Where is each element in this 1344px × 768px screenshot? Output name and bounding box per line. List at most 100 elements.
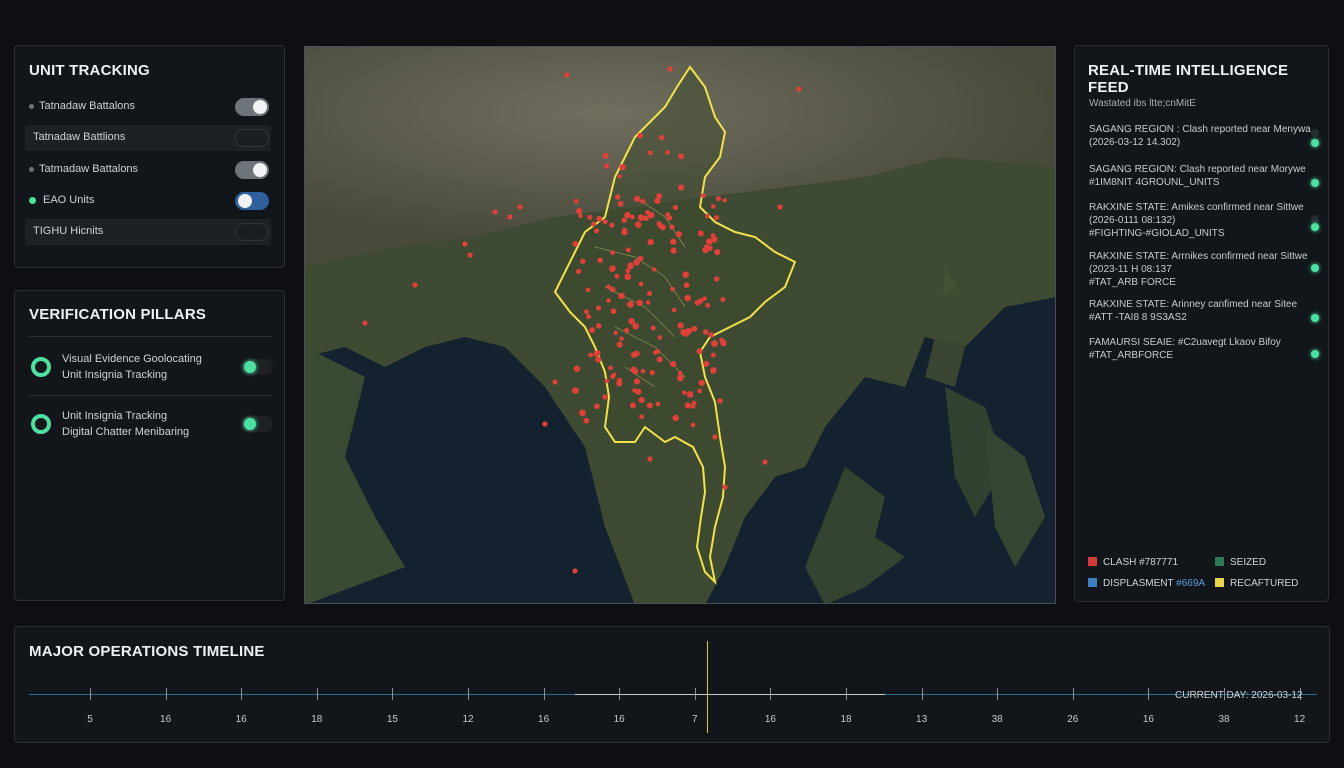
incident-marker[interactable] <box>616 380 623 387</box>
incident-marker[interactable] <box>617 200 624 207</box>
incident-marker[interactable] <box>610 308 617 315</box>
incident-marker[interactable] <box>711 236 718 243</box>
unit-row-1[interactable]: Tatnadaw Battalons <box>25 94 271 120</box>
incident-marker[interactable] <box>492 209 498 215</box>
incident-marker[interactable] <box>698 379 705 387</box>
incident-marker[interactable] <box>623 327 630 334</box>
incident-marker[interactable] <box>583 417 590 424</box>
incident-marker[interactable] <box>552 379 558 385</box>
incident-marker[interactable] <box>585 287 591 293</box>
incident-marker[interactable] <box>564 72 570 78</box>
incident-marker[interactable] <box>762 459 768 465</box>
unit-toggle[interactable] <box>235 192 269 210</box>
incident-marker[interactable] <box>627 262 634 270</box>
incident-marker[interactable] <box>609 265 616 273</box>
incident-marker[interactable] <box>608 365 613 371</box>
incident-marker[interactable] <box>683 332 689 337</box>
incident-marker[interactable] <box>645 300 651 305</box>
incident-marker[interactable] <box>670 238 677 245</box>
unit-row-5[interactable]: TIGHU Hicnits <box>25 219 271 245</box>
incident-marker[interactable] <box>697 388 702 394</box>
incident-marker[interactable] <box>719 337 725 343</box>
incident-marker[interactable] <box>619 163 626 171</box>
incident-marker[interactable] <box>672 204 678 211</box>
incident-marker[interactable] <box>646 402 653 409</box>
incident-marker[interactable] <box>604 378 610 384</box>
incident-marker[interactable] <box>584 309 589 315</box>
incident-marker[interactable] <box>576 207 583 214</box>
feed-item[interactable]: SAGANG REGION : Clash reported near Meny… <box>1089 123 1319 149</box>
incident-marker[interactable] <box>658 134 665 141</box>
unit-toggle[interactable] <box>235 161 269 179</box>
incident-marker[interactable] <box>696 348 703 355</box>
feed-item[interactable]: RAKXINE STATE: Arinney canfimed near Sit… <box>1089 298 1319 324</box>
incident-marker[interactable] <box>703 244 709 250</box>
incident-marker[interactable] <box>682 271 690 279</box>
incident-marker[interactable] <box>630 351 638 358</box>
incident-marker[interactable] <box>609 222 615 228</box>
incident-marker[interactable] <box>604 163 610 169</box>
feed-item[interactable]: SAGANG REGION: Clash reported near Moryw… <box>1089 163 1319 189</box>
satellite-map[interactable] <box>305 47 1056 604</box>
incident-marker[interactable] <box>715 195 722 202</box>
incident-marker[interactable] <box>643 215 649 222</box>
incident-marker[interactable] <box>705 302 711 308</box>
incident-marker[interactable] <box>652 350 658 355</box>
incident-marker[interactable] <box>462 241 468 247</box>
incident-marker[interactable] <box>636 299 643 307</box>
incident-marker[interactable] <box>670 247 677 254</box>
incident-marker[interactable] <box>542 421 548 427</box>
incident-marker[interactable] <box>627 301 634 308</box>
incident-marker[interactable] <box>647 291 652 296</box>
incident-marker[interactable] <box>637 255 644 262</box>
incident-marker[interactable] <box>677 370 683 376</box>
incident-marker[interactable] <box>690 422 696 428</box>
incident-marker[interactable] <box>637 132 643 139</box>
unit-toggle[interactable] <box>235 129 269 147</box>
incident-marker[interactable] <box>702 296 707 301</box>
incident-marker[interactable] <box>639 414 645 420</box>
incident-marker[interactable] <box>591 221 596 227</box>
incident-marker[interactable] <box>594 403 600 410</box>
incident-marker[interactable] <box>621 217 627 224</box>
incident-marker[interactable] <box>579 409 586 417</box>
incident-marker[interactable] <box>596 215 603 222</box>
incident-marker[interactable] <box>694 299 701 306</box>
incident-marker[interactable] <box>677 322 684 329</box>
pillar-item-1[interactable]: Visual Evidence Goolocating Unit Insigni… <box>29 349 273 389</box>
incident-marker[interactable] <box>572 568 578 574</box>
incident-marker[interactable] <box>714 249 721 256</box>
incident-marker[interactable] <box>617 174 623 179</box>
incident-marker[interactable] <box>625 247 631 253</box>
incident-marker[interactable] <box>647 456 653 462</box>
incident-marker[interactable] <box>675 231 682 238</box>
incident-marker[interactable] <box>650 325 656 331</box>
incident-marker[interactable] <box>618 292 625 300</box>
incident-marker[interactable] <box>684 402 691 409</box>
incident-marker[interactable] <box>638 281 644 287</box>
unit-row-4[interactable]: EAO Units <box>25 188 271 214</box>
incident-marker[interactable] <box>667 66 673 72</box>
incident-marker[interactable] <box>633 378 641 385</box>
incident-marker[interactable] <box>616 341 623 348</box>
incident-marker[interactable] <box>649 369 655 376</box>
incident-marker[interactable] <box>572 387 579 394</box>
incident-marker[interactable] <box>597 257 603 264</box>
feed-item[interactable]: RAKXINE STATE: Amikes confirmed near Sit… <box>1089 201 1319 240</box>
incident-marker[interactable] <box>682 390 687 395</box>
incident-marker[interactable] <box>573 198 579 204</box>
pillar-item-2[interactable]: Unit Insignia Tracking Digital Chatter M… <box>29 406 273 446</box>
incident-marker[interactable] <box>619 336 624 341</box>
incident-marker[interactable] <box>713 214 720 221</box>
incident-marker[interactable] <box>665 212 670 217</box>
incident-marker[interactable] <box>613 330 618 336</box>
incident-marker[interactable] <box>654 197 661 204</box>
incident-marker[interactable] <box>609 286 616 293</box>
incident-marker[interactable] <box>703 329 709 335</box>
incident-marker[interactable] <box>703 360 710 367</box>
incident-marker[interactable] <box>720 297 726 302</box>
incident-marker[interactable] <box>670 361 677 368</box>
incident-marker[interactable] <box>704 213 710 219</box>
incident-marker[interactable] <box>645 209 650 215</box>
incident-marker[interactable] <box>717 398 723 404</box>
